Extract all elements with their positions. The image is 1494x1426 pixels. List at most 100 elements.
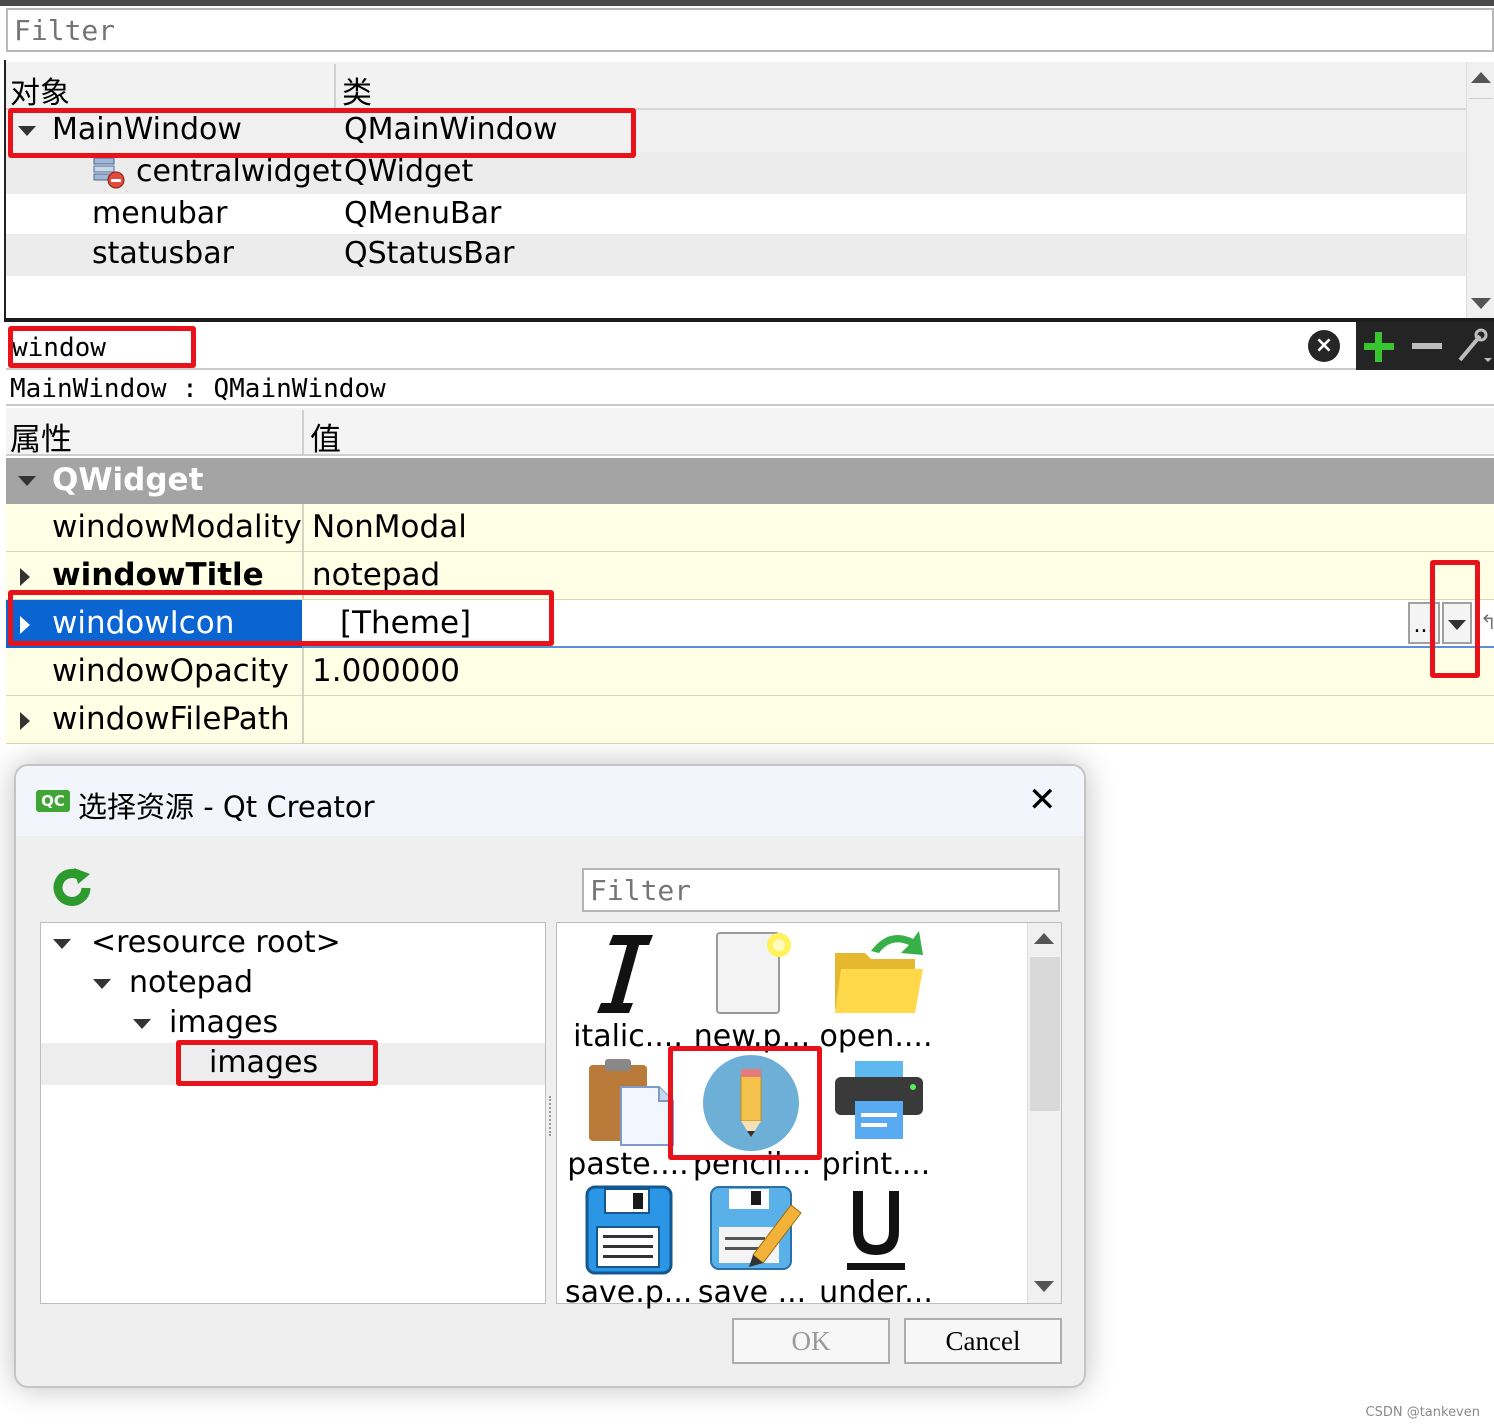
resource-label: italic.... bbox=[573, 1019, 683, 1054]
property-value[interactable]: notepad bbox=[312, 557, 440, 593]
column-divider bbox=[302, 552, 304, 600]
collapse-arrow-icon[interactable] bbox=[133, 1019, 151, 1029]
object-class: QMenuBar bbox=[344, 196, 502, 231]
resource-print[interactable]: print.... bbox=[813, 1057, 939, 1183]
scroll-up-icon[interactable] bbox=[1471, 72, 1491, 83]
property-row-windowtitle[interactable]: windowTitle notepad bbox=[6, 552, 1494, 600]
scroll-thumb[interactable] bbox=[1030, 957, 1060, 1111]
dialog-titlebar[interactable]: QC 选择资源 - Qt Creator ✕ bbox=[16, 766, 1084, 836]
group-label: QWidget bbox=[52, 462, 204, 498]
resource-filter-input[interactable] bbox=[582, 868, 1060, 912]
scroll-down-icon[interactable] bbox=[1471, 298, 1491, 309]
resource-paste[interactable]: paste.... bbox=[565, 1057, 691, 1183]
resource-label: paste.... bbox=[567, 1147, 689, 1182]
pencil-icon bbox=[703, 1055, 799, 1151]
resource-save[interactable]: save.p... bbox=[565, 1185, 691, 1311]
property-name: windowOpacity bbox=[52, 653, 289, 689]
reload-icon[interactable] bbox=[50, 866, 94, 910]
icon-grid-scrollbar[interactable] bbox=[1027, 923, 1061, 1303]
object-name: MainWindow bbox=[52, 112, 242, 147]
property-name: windowTitle bbox=[52, 557, 264, 593]
cancel-button[interactable]: Cancel bbox=[904, 1318, 1062, 1364]
column-divider[interactable] bbox=[334, 64, 336, 108]
resource-open[interactable]: open.... bbox=[813, 929, 939, 1055]
property-name: windowFilePath bbox=[52, 701, 290, 737]
print-icon bbox=[835, 1061, 923, 1139]
expand-arrow-icon[interactable] bbox=[20, 712, 30, 730]
tree-item-images-child[interactable]: images bbox=[209, 1045, 318, 1080]
window-top-border bbox=[0, 0, 1494, 6]
object-name: statusbar bbox=[92, 236, 234, 271]
column-divider bbox=[302, 648, 304, 696]
property-row-windowfilepath[interactable]: windowFilePath bbox=[6, 696, 1494, 744]
close-icon[interactable]: ✕ bbox=[1028, 780, 1057, 820]
property-value[interactable]: 1.000000 bbox=[312, 653, 460, 689]
property-row-windowmodality[interactable]: windowModality NonModal bbox=[6, 504, 1494, 552]
collapse-arrow-icon[interactable] bbox=[18, 126, 36, 136]
property-name: windowModality bbox=[52, 509, 302, 545]
resource-icon-grid[interactable]: italic.... new.p... open.... paste.... p… bbox=[556, 922, 1062, 1310]
column-property[interactable]: 属性 bbox=[10, 414, 72, 459]
resource-label: open.... bbox=[819, 1019, 933, 1054]
watermark: CSDN @tankeven bbox=[1365, 1405, 1481, 1420]
property-name: windowIcon bbox=[52, 605, 235, 641]
save-as-icon bbox=[710, 1186, 802, 1270]
object-name: centralwidget bbox=[136, 154, 342, 189]
column-class[interactable]: 类 bbox=[342, 68, 372, 112]
column-object[interactable]: 对象 bbox=[10, 68, 70, 112]
scroll-up-icon[interactable] bbox=[1034, 933, 1054, 944]
dialog-title: 选择资源 - Qt Creator bbox=[78, 790, 375, 824]
configure-wrench-icon[interactable] bbox=[1450, 322, 1494, 370]
tree-row-mainwindow[interactable]: MainWindow QMainWindow bbox=[6, 110, 1466, 152]
splitter-handle[interactable] bbox=[549, 1096, 553, 1136]
reset-arrow-icon[interactable]: ↰ bbox=[1480, 610, 1494, 634]
tree-row-menubar[interactable]: menubar QMenuBar bbox=[6, 194, 1466, 236]
tree-row-centralwidget[interactable]: centralwidget QWidget bbox=[6, 152, 1466, 194]
object-tree-scrollbar[interactable] bbox=[1466, 62, 1494, 318]
new-page-icon bbox=[716, 932, 791, 1014]
resource-new-page[interactable]: new.p... bbox=[689, 929, 815, 1055]
browse-button[interactable]: ... bbox=[1408, 602, 1440, 644]
object-class: QWidget bbox=[344, 154, 474, 189]
object-class: QStatusBar bbox=[344, 236, 515, 271]
property-filter-input[interactable] bbox=[12, 330, 612, 366]
column-value[interactable]: 值 bbox=[310, 414, 341, 459]
collapse-arrow-icon[interactable] bbox=[18, 476, 36, 486]
resource-label: new.p... bbox=[693, 1019, 811, 1054]
property-row-windowicon[interactable]: windowIcon [Theme] ... ↰ bbox=[6, 600, 1494, 648]
select-resource-dialog: QC 选择资源 - Qt Creator ✕ <resource root> n… bbox=[14, 764, 1086, 1388]
resource-pencil[interactable]: pencil... bbox=[689, 1055, 815, 1183]
resource-tree[interactable]: <resource root> notepad images images bbox=[40, 922, 546, 1304]
object-filter-input[interactable] bbox=[6, 8, 1494, 52]
resource-label: under... bbox=[819, 1275, 933, 1310]
scroll-down-icon[interactable] bbox=[1034, 1281, 1054, 1292]
tree-item-images[interactable]: images bbox=[169, 1005, 278, 1040]
expand-arrow-icon[interactable] bbox=[20, 616, 30, 634]
resource-save-as[interactable]: save ... bbox=[689, 1185, 815, 1311]
property-toolbar bbox=[1356, 322, 1494, 370]
column-divider[interactable] bbox=[302, 410, 304, 454]
resource-label: save.p... bbox=[565, 1275, 691, 1310]
object-class: QMainWindow bbox=[344, 112, 558, 147]
object-name: menubar bbox=[92, 196, 228, 231]
resource-label: save ... bbox=[697, 1275, 807, 1310]
ok-button[interactable]: OK bbox=[732, 1318, 890, 1364]
selected-object-label: MainWindow : QMainWindow bbox=[10, 374, 386, 404]
property-row-windowopacity[interactable]: windowOpacity 1.000000 bbox=[6, 648, 1494, 696]
expand-arrow-icon[interactable] bbox=[20, 568, 30, 586]
property-value[interactable]: NonModal bbox=[312, 509, 467, 545]
collapse-arrow-icon[interactable] bbox=[53, 939, 71, 949]
clear-filter-icon[interactable]: × bbox=[1308, 330, 1340, 362]
tree-row-statusbar[interactable]: statusbar QStatusBar bbox=[6, 234, 1466, 276]
property-value[interactable]: [Theme] bbox=[340, 605, 471, 641]
property-group-qwidget[interactable]: QWidget bbox=[6, 458, 1494, 504]
resource-underline[interactable]: under... bbox=[813, 1185, 939, 1311]
tree-item-notepad[interactable]: notepad bbox=[129, 965, 253, 1000]
resource-italic[interactable]: italic.... bbox=[565, 929, 691, 1055]
tree-item-resource-root[interactable]: <resource root> bbox=[91, 925, 341, 960]
add-property-icon[interactable] bbox=[1356, 322, 1400, 370]
icon-menu-dropdown[interactable] bbox=[1442, 602, 1472, 644]
remove-property-icon[interactable] bbox=[1404, 322, 1448, 370]
collapse-arrow-icon[interactable] bbox=[93, 979, 111, 989]
paste-icon bbox=[589, 1059, 674, 1146]
